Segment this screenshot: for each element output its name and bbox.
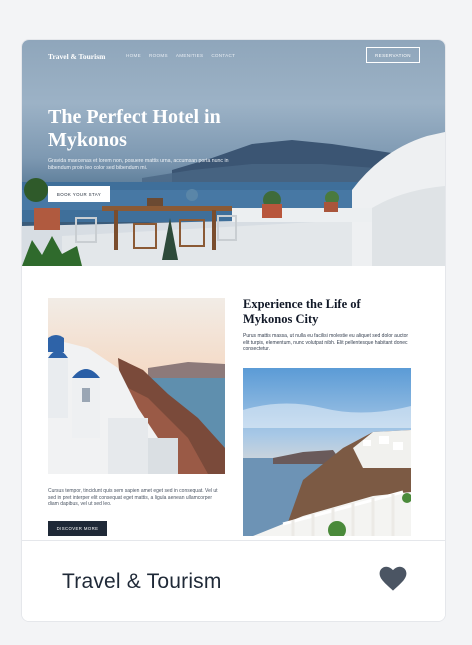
preview-nav-links: HOME ROOMS AMENITIES CONTACT <box>126 53 235 58</box>
preview-book-button: BOOK YOUR STAY <box>48 186 110 202</box>
preview-navbar: Travel & Tourism HOME ROOMS AMENITIES CO… <box>48 47 420 64</box>
heart-icon[interactable] <box>379 566 407 592</box>
hero-section: Travel & Tourism HOME ROOMS AMENITIES CO… <box>22 40 445 266</box>
preview-lorem-text: Cursus tempor, tincidunt quis sem sapien… <box>48 488 218 508</box>
preview-reservation-button: RESERVATION <box>366 47 420 63</box>
template-title[interactable]: Travel & Tourism <box>62 570 222 594</box>
template-preview[interactable]: Travel & Tourism HOME ROOMS AMENITIES CO… <box>22 40 445 540</box>
template-card[interactable]: Travel & Tourism HOME ROOMS AMENITIES CO… <box>21 39 446 622</box>
preview-nav-rooms: ROOMS <box>148 53 168 58</box>
preview-section-text: Purus mattis massa, ut nulla eu facilisi… <box>243 333 409 353</box>
preview-nav-contact: CONTACT <box>211 53 236 58</box>
preview-hero-title: The Perfect Hotel in Mykonos <box>48 106 221 151</box>
hero-background-image <box>22 132 445 266</box>
preview-hero-description: Gravida maecenas et lorem non, posuere m… <box>48 158 229 171</box>
santorini-church-image <box>48 298 225 474</box>
santorini-balcony-image <box>243 368 411 536</box>
preview-content-section: Experience the Life of Mykonos City Puru… <box>22 266 445 540</box>
preview-nav-home: HOME <box>126 53 141 58</box>
preview-discover-button: DISCOVER MORE <box>48 521 107 536</box>
preview-section-title: Experience the Life of Mykonos City <box>243 297 361 326</box>
card-footer: Travel & Tourism <box>22 540 445 621</box>
preview-brand-logo: Travel & Tourism <box>48 52 106 61</box>
preview-nav-amenities: AMENITIES <box>175 53 204 58</box>
